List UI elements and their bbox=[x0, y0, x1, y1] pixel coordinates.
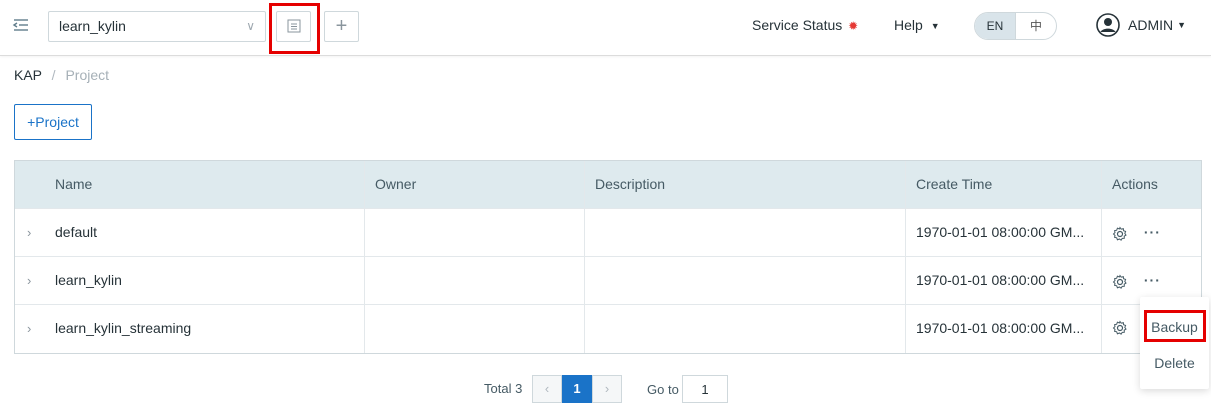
top-header: learn_kylin ∨ + Service Status ✹ Help ▼ … bbox=[0, 0, 1211, 56]
row-name-cell: › learn_kylin_streaming bbox=[15, 305, 365, 353]
goto-label: Go to bbox=[647, 382, 679, 397]
pagination-total: Total 3 bbox=[484, 381, 523, 396]
breadcrumb: KAP / Project bbox=[14, 67, 109, 83]
table-header: Name Owner Description Create Time Actio… bbox=[15, 161, 1201, 209]
breadcrumb-project: Project bbox=[65, 67, 110, 83]
breadcrumb-kap[interactable]: KAP bbox=[14, 67, 42, 83]
row-description bbox=[585, 305, 906, 353]
row-name-cell: › learn_kylin bbox=[15, 257, 365, 304]
project-list-button[interactable] bbox=[276, 11, 311, 42]
project-name: default bbox=[55, 224, 98, 240]
caret-down-icon: ▼ bbox=[930, 21, 940, 31]
service-status[interactable]: Service Status ✹ bbox=[752, 17, 858, 33]
user-name: ADMIN bbox=[1128, 17, 1174, 33]
caret-down-icon: ▼ bbox=[1177, 20, 1187, 30]
delete-menu-item[interactable]: Delete bbox=[1140, 355, 1209, 371]
project-name: learn_kylin bbox=[55, 272, 122, 288]
more-actions-icon[interactable]: ··· bbox=[1144, 224, 1161, 240]
actions-dropdown: Backup Delete bbox=[1140, 297, 1209, 389]
service-status-label: Service Status bbox=[752, 17, 843, 33]
column-header-actions: Actions bbox=[1112, 176, 1158, 192]
gear-icon[interactable] bbox=[1112, 274, 1128, 290]
row-create-time: 1970-01-01 08:00:00 GM... bbox=[906, 305, 1102, 353]
row-owner bbox=[365, 209, 585, 256]
row-description bbox=[585, 209, 906, 256]
lang-zh-button[interactable]: 中 bbox=[1016, 13, 1056, 39]
help-menu[interactable]: Help ▼ bbox=[894, 17, 940, 33]
lang-en-button[interactable]: EN bbox=[975, 13, 1016, 39]
pagination-prev-button[interactable]: ‹ bbox=[532, 375, 562, 403]
table-row: › learn_kylin 1970-01-01 08:00:00 GM... … bbox=[15, 257, 1201, 305]
row-create-time: 1970-01-01 08:00:00 GM... bbox=[906, 257, 1102, 304]
expand-chevron-icon[interactable]: › bbox=[27, 209, 31, 256]
goto-page-input[interactable] bbox=[682, 375, 728, 403]
add-project-button[interactable]: +Project bbox=[14, 104, 92, 140]
row-owner bbox=[365, 305, 585, 353]
language-toggle[interactable]: EN 中 bbox=[974, 12, 1057, 40]
user-menu[interactable]: ADMIN ▼ bbox=[1096, 13, 1186, 37]
chevron-right-icon: › bbox=[604, 381, 610, 396]
gear-icon[interactable] bbox=[1112, 320, 1128, 336]
backup-menu-item[interactable]: Backup bbox=[1140, 319, 1209, 335]
breadcrumb-separator: / bbox=[51, 67, 56, 83]
row-owner bbox=[365, 257, 585, 304]
column-header-create-time: Create Time bbox=[906, 161, 1102, 208]
row-create-time: 1970-01-01 08:00:00 GM... bbox=[906, 209, 1102, 256]
chevron-down-icon: ∨ bbox=[246, 19, 255, 33]
pagination-next-button[interactable]: › bbox=[592, 375, 622, 403]
more-actions-icon[interactable]: ··· bbox=[1144, 272, 1161, 288]
row-name-cell: › default bbox=[15, 209, 365, 256]
list-icon bbox=[287, 19, 300, 33]
table-row: › learn_kylin_streaming 1970-01-01 08:00… bbox=[15, 305, 1201, 353]
project-name: learn_kylin_streaming bbox=[55, 320, 192, 336]
row-description bbox=[585, 257, 906, 304]
user-avatar-icon bbox=[1096, 13, 1120, 37]
expand-chevron-icon[interactable]: › bbox=[27, 257, 31, 304]
column-header-description: Description bbox=[585, 161, 906, 208]
help-label: Help bbox=[894, 17, 923, 33]
project-select[interactable]: learn_kylin ∨ bbox=[48, 11, 266, 42]
column-header-owner: Owner bbox=[365, 161, 585, 208]
menu-collapse-icon[interactable] bbox=[12, 16, 30, 34]
gear-icon[interactable] bbox=[1112, 226, 1128, 242]
project-select-value: learn_kylin bbox=[59, 18, 126, 34]
plus-icon: + bbox=[335, 15, 348, 37]
expand-chevron-icon[interactable]: › bbox=[27, 305, 31, 352]
chevron-left-icon: ‹ bbox=[544, 381, 550, 396]
table-row: › default 1970-01-01 08:00:00 GM... ··· bbox=[15, 209, 1201, 257]
pagination-page-1[interactable]: 1 bbox=[562, 375, 592, 403]
project-table: Name Owner Description Create Time Actio… bbox=[14, 160, 1202, 354]
add-project-icon-button[interactable]: + bbox=[324, 11, 359, 42]
column-header-name: Name bbox=[15, 161, 365, 208]
status-alert-icon: ✹ bbox=[848, 19, 859, 33]
row-actions: ··· bbox=[1102, 209, 1201, 256]
